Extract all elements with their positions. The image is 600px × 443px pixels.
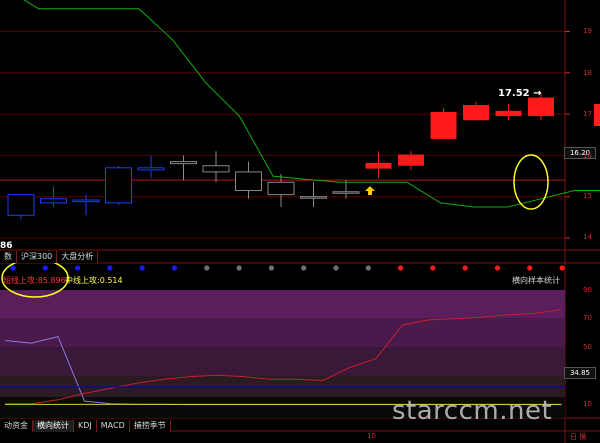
indicator-label-short: 短线上攻:85.896 [3, 276, 66, 285]
indicator-band [0, 318, 565, 347]
ind-y-tick-label: 90 [583, 286, 592, 294]
y-tick-label: 17 [583, 110, 592, 118]
indicator-band [0, 290, 565, 318]
y-tick-label: 14 [583, 233, 592, 241]
tab-index[interactable]: 数 [0, 251, 17, 263]
signal-dot [236, 265, 242, 271]
candle-body [202, 165, 230, 173]
signal-dot [204, 265, 210, 271]
y-tick-label: 15 [583, 192, 592, 200]
tab-market-analysis[interactable]: 大盘分析 [57, 251, 99, 263]
candle-body [267, 181, 295, 196]
candle-body [430, 112, 457, 139]
tab-macd[interactable]: MACD [96, 420, 130, 432]
signal-dot [107, 265, 113, 271]
tab-hs300[interactable]: 沪深300 [17, 251, 58, 263]
signal-dot [139, 265, 145, 271]
signal-dot [559, 265, 565, 271]
candle-body [235, 171, 262, 192]
candle-body [332, 191, 360, 194]
side-flag-marker[interactable] [594, 104, 600, 126]
signal-dot [301, 265, 307, 271]
candle-body [137, 167, 165, 171]
candle-body [300, 196, 327, 199]
left-value-label: 86 [0, 241, 13, 251]
signal-dot [494, 265, 501, 271]
ind-y-tick-label: 50 [583, 343, 592, 351]
ind-y-tick-label: 10 [583, 400, 592, 408]
signal-dot [527, 265, 533, 271]
candle-body [463, 105, 489, 121]
x-axis-date: 10 [367, 432, 376, 440]
candle-body [528, 97, 554, 117]
candle-body [398, 154, 424, 166]
indicator-label-mid: 中线上攻:0.514 [65, 276, 123, 285]
stock-chart-window: 17.52 → 86 16.20 34.85 数 沪深300 大盘分析 短线上攻… [0, 0, 600, 443]
bottom-tab-bar: 动资金 横向统计 KDJ MACD 捕捞季节 [0, 420, 171, 432]
candle-body [105, 167, 132, 204]
high-price-label: 17.52 → [498, 88, 542, 99]
tab-kdj[interactable]: KDJ [74, 420, 97, 432]
signal-dot [268, 265, 274, 271]
candle-body [170, 161, 197, 165]
signal-dot [365, 265, 371, 271]
y-tick-label: 19 [583, 27, 592, 35]
signal-dot [398, 265, 404, 271]
candle-body [72, 199, 100, 203]
signal-dot [430, 265, 436, 271]
top-tab-bar: 数 沪深300 大盘分析 [0, 251, 99, 263]
watermark: starccm.net [392, 396, 553, 426]
signal-dot [75, 265, 81, 271]
indicator-band [0, 347, 565, 376]
signal-dot [42, 265, 48, 271]
signal-dot [10, 265, 16, 271]
tab-horizontal-stats[interactable]: 横向统计 [33, 420, 74, 432]
signal-dot [333, 265, 339, 271]
chart-canvas[interactable] [0, 0, 600, 443]
candle-body [7, 194, 35, 216]
buy-arrow-icon [365, 186, 375, 195]
current-indicator-tag: 34.85 [564, 367, 596, 379]
candle-body [495, 110, 522, 117]
signal-dot [171, 265, 178, 271]
tab-capital-flow[interactable]: 动资金 [0, 420, 33, 432]
indicator-name: 横向样本统计 [512, 276, 560, 285]
x-axis-right-label: 日 横 [570, 433, 587, 441]
y-tick-label: 18 [583, 69, 592, 77]
candle-body [365, 162, 392, 169]
signal-dot [462, 265, 468, 271]
ind-y-tick-label: 70 [583, 314, 592, 322]
candle-body [40, 198, 67, 204]
y-tick-label: 16 [583, 152, 592, 160]
tab-fishing-season[interactable]: 捕捞季节 [129, 420, 171, 432]
